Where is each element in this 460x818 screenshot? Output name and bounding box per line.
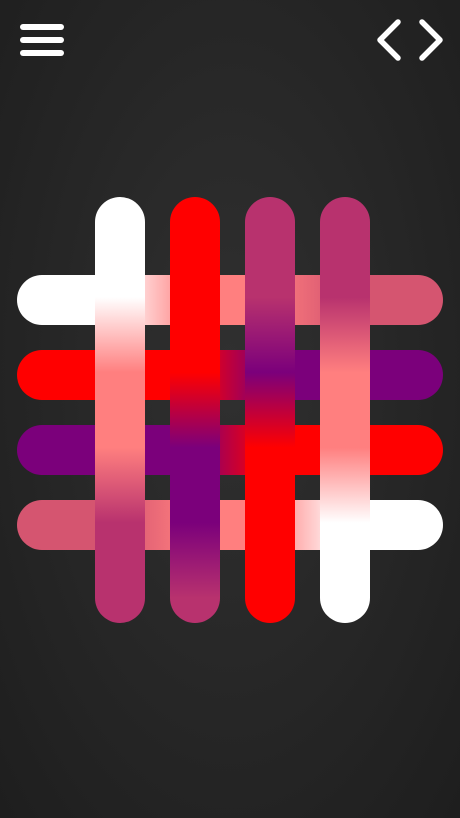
hamburger-menu-icon-line xyxy=(20,37,64,43)
weave-grid[interactable] xyxy=(0,180,460,640)
puzzle-board[interactable] xyxy=(0,180,460,640)
strand-col-2[interactable] xyxy=(170,197,220,623)
menu-button[interactable] xyxy=(18,20,66,60)
chevron-right-icon xyxy=(419,19,443,61)
next-level-button[interactable] xyxy=(414,18,450,62)
strand-row-2[interactable] xyxy=(17,350,443,400)
previous-level-button[interactable] xyxy=(372,18,408,62)
hamburger-menu-icon-line xyxy=(20,50,64,56)
hamburger-menu-icon xyxy=(20,24,64,30)
strand-col-3[interactable] xyxy=(245,197,295,623)
strand-row-4[interactable] xyxy=(17,500,443,550)
strand-row-3[interactable] xyxy=(17,425,443,475)
strand-col-1[interactable] xyxy=(95,197,145,623)
chevron-left-icon xyxy=(377,19,401,61)
top-toolbar xyxy=(0,0,460,80)
strand-col-4[interactable] xyxy=(320,197,370,623)
strand-row-1[interactable] xyxy=(17,275,443,325)
